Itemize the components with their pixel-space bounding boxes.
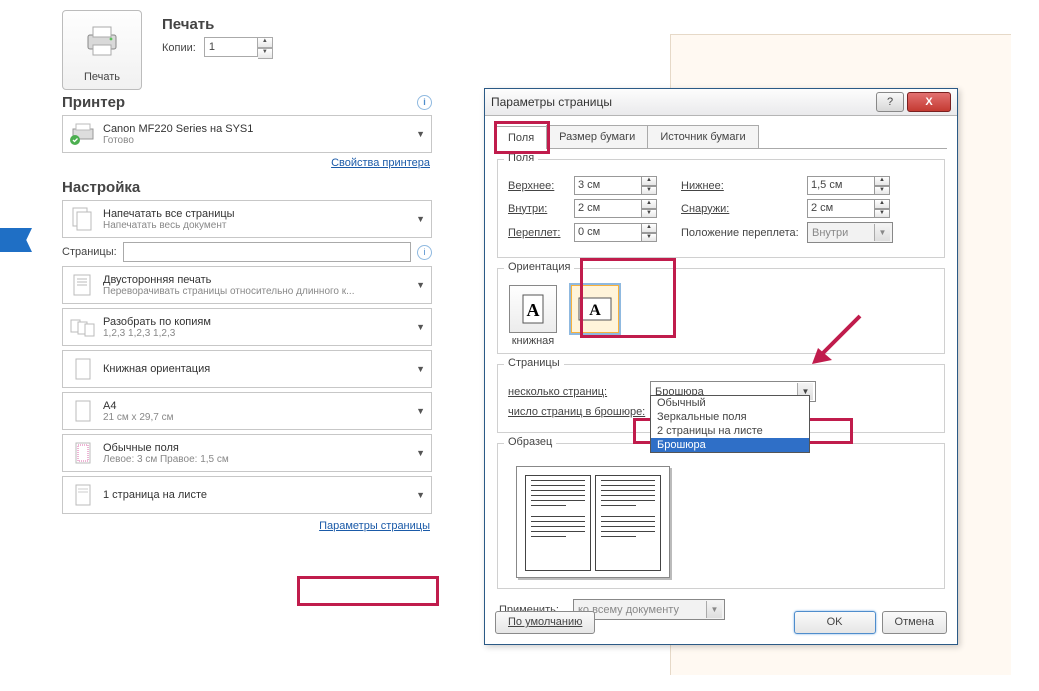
gutter-spinner[interactable]: 0 см▲▼ bbox=[574, 223, 657, 242]
printer-section-title: Принтер bbox=[62, 94, 125, 111]
portrait-icon bbox=[69, 355, 97, 383]
help-button[interactable]: ? bbox=[876, 92, 904, 112]
collate-icon bbox=[69, 313, 97, 341]
margins-icon bbox=[69, 439, 97, 467]
margin-bottom-spinner[interactable]: 1,5 см▲▼ bbox=[807, 176, 890, 195]
multiple-pages-list[interactable]: Обычный Зеркальные поля 2 страницы на ли… bbox=[650, 395, 810, 453]
print-range-selector[interactable]: Напечатать все страницыНапечатать весь д… bbox=[62, 200, 432, 238]
info-icon[interactable]: i bbox=[417, 95, 432, 110]
orientation-landscape[interactable]: A bbox=[570, 285, 620, 347]
orientation-selector[interactable]: Книжная ориентация▼ bbox=[62, 350, 432, 388]
collate-selector[interactable]: Разобрать по копиям1,2,3 1,2,3 1,2,3▼ bbox=[62, 308, 432, 346]
close-button[interactable]: X bbox=[907, 92, 951, 112]
pages-input[interactable] bbox=[123, 242, 411, 262]
tab-paper-source[interactable]: Источник бумаги bbox=[647, 125, 758, 148]
margin-inside-spinner[interactable]: 2 см▲▼ bbox=[574, 199, 657, 218]
print-heading: Печать bbox=[162, 16, 432, 33]
settings-section-title: Настройка bbox=[62, 179, 140, 196]
pages-icon bbox=[69, 205, 97, 233]
copies-spinner[interactable]: 1 ▲▼ bbox=[204, 37, 273, 59]
page-setup-link[interactable]: Параметры страницы bbox=[319, 520, 430, 532]
chevron-down-icon: ▼ bbox=[416, 129, 425, 139]
duplex-icon bbox=[69, 271, 97, 299]
default-button[interactable]: По умолчанию bbox=[495, 611, 595, 634]
dialog-title: Параметры страницы bbox=[491, 95, 873, 109]
ok-button[interactable]: OK bbox=[794, 611, 876, 634]
paper-size-selector[interactable]: A421 см x 29,7 см▼ bbox=[62, 392, 432, 430]
svg-text:A: A bbox=[527, 300, 540, 320]
sheet-icon bbox=[69, 481, 97, 509]
printer-status-icon bbox=[69, 120, 97, 148]
tab-paper-size[interactable]: Размер бумаги bbox=[546, 125, 648, 148]
pages-per-sheet-selector[interactable]: 1 страница на листе▼ bbox=[62, 476, 432, 514]
margin-outside-spinner[interactable]: 2 см▲▼ bbox=[807, 199, 890, 218]
margin-top-spinner[interactable]: 3 см▲▼ bbox=[574, 176, 657, 195]
gutter-position-dropdown: Внутри▼ bbox=[807, 222, 893, 243]
print-button[interactable]: Печать bbox=[62, 10, 142, 90]
svg-text:A: A bbox=[589, 302, 601, 319]
printer-properties-link[interactable]: Свойства принтера bbox=[331, 157, 430, 169]
margins-selector[interactable]: Обычные поляЛевое: 3 см Правое: 1,5 см▼ bbox=[62, 434, 432, 472]
cancel-button[interactable]: Отмена bbox=[882, 611, 947, 634]
info-icon[interactable]: i bbox=[417, 245, 432, 260]
page-icon bbox=[69, 397, 97, 425]
printer-selector[interactable]: Canon MF220 Series на SYS1Готово ▼ bbox=[62, 115, 432, 153]
duplex-selector[interactable]: Двусторонняя печатьПереворачивать страни… bbox=[62, 266, 432, 304]
tab-margins[interactable]: Поля bbox=[495, 126, 547, 149]
preview-image bbox=[516, 466, 670, 578]
printer-icon bbox=[82, 23, 122, 59]
orientation-portrait[interactable]: Aкнижная bbox=[508, 285, 558, 347]
copies-label: Копии: bbox=[162, 42, 196, 54]
page-setup-dialog: Параметры страницы ? X Поля Размер бумаг… bbox=[484, 88, 958, 645]
pages-label: Страницы: bbox=[62, 246, 117, 258]
